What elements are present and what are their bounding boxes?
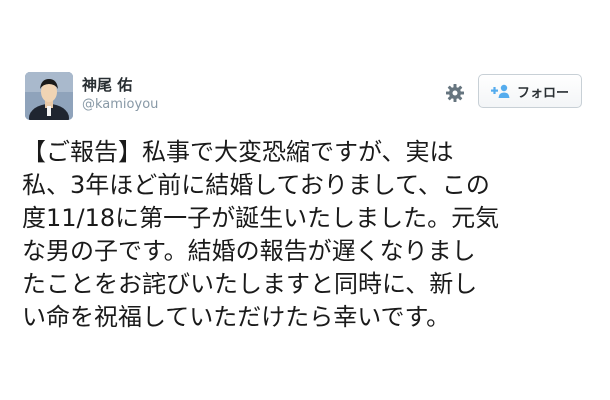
follow-button[interactable]: フォロー (478, 74, 582, 108)
tweet-text-line: な男の子です。結婚の報告が遅くなりまし (22, 237, 476, 265)
tweet-text-line: 私、3年ほど前に結婚しておりまして、この (22, 171, 490, 199)
user-handle[interactable]: @kamioyou (82, 97, 158, 113)
add-user-icon (490, 83, 511, 99)
tweet-text-line: 【ご報告】私事で大変恐縮ですが、実は (22, 138, 454, 166)
tweet-text-line: たことをお詫びいたしますと同時に、新し (22, 270, 478, 298)
user-display-name[interactable]: 神尾 佑 (82, 76, 132, 94)
tweet-text-line: い命を祝福していただけたら幸いです。 (22, 303, 451, 331)
avatar-image (25, 72, 73, 120)
tweet-text-line: 度11/18に第一子が誕生いたしました。元気 (22, 204, 500, 232)
gear-icon[interactable] (445, 83, 465, 103)
tweet-card: 神尾 佑 @kamioyou フォロー 【ご報告】私事で大変恐縮ですが、実は 私… (0, 0, 610, 400)
follow-button-label: フォロー (516, 85, 569, 101)
tweet-text: 【ご報告】私事で大変恐縮ですが、実は 私、3年ほど前に結婚しておりまして、この … (22, 136, 592, 334)
avatar[interactable] (25, 72, 73, 120)
